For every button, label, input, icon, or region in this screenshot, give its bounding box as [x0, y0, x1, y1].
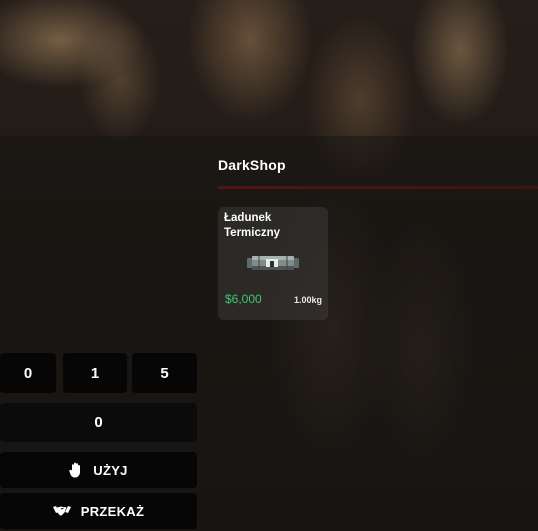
shop-title: DarkShop: [218, 157, 286, 173]
background-top: [0, 0, 538, 136]
give-button-label: PRZEKAŻ: [80, 503, 145, 519]
item-name: Ładunek Termiczny: [224, 212, 281, 239]
handshake-icon: [52, 505, 71, 517]
item-price: $6,000: [225, 292, 262, 306]
thermal-charge-icon: [247, 254, 299, 277]
use-button[interactable]: UŻYJ: [0, 452, 197, 488]
keypad-button-0[interactable]: 0: [0, 353, 56, 393]
use-button-label: UŻYJ: [93, 462, 128, 478]
shop-item-card[interactable]: Ładunek Termiczny $6,000 1.00kg: [218, 207, 328, 320]
keypad-button-1[interactable]: 1: [63, 353, 127, 393]
give-button[interactable]: PRZEKAŻ: [0, 493, 197, 529]
shop-title-divider: [218, 186, 538, 189]
keypad-button-5[interactable]: 5: [132, 353, 197, 393]
hand-icon: [69, 462, 83, 478]
item-weight: 1.00kg: [293, 295, 322, 305]
amount-input[interactable]: 0: [0, 403, 197, 442]
